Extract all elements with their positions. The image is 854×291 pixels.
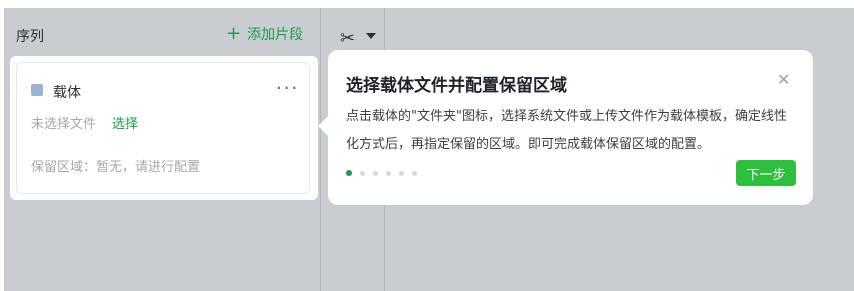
scissors-icon[interactable]: ✂ bbox=[340, 28, 355, 49]
retain-region-text: 保留区域：暂无，请进行配置 bbox=[31, 160, 201, 175]
next-step-button[interactable]: 下一步 bbox=[736, 160, 796, 186]
step-dot bbox=[360, 170, 365, 176]
step-dot bbox=[399, 170, 404, 176]
top-strip bbox=[0, 0, 854, 8]
no-file-text: 未选择文件 bbox=[31, 117, 97, 132]
add-segment-button[interactable]: + 添加片段 bbox=[226, 24, 303, 44]
chevron-down-icon[interactable] bbox=[366, 33, 376, 39]
more-icon[interactable]: ··· bbox=[276, 78, 299, 99]
close-icon[interactable]: ✕ bbox=[777, 70, 790, 89]
step-indicator bbox=[346, 170, 417, 176]
step-dot bbox=[386, 170, 391, 176]
panel-divider bbox=[320, 8, 321, 291]
select-file-link[interactable]: 选择 bbox=[112, 113, 138, 132]
plus-icon: + bbox=[226, 23, 242, 44]
tooltip-body: 点击载体的"文件夹"图标，选择系统文件或上传文件作为载体模板，确定线性化方式后，… bbox=[346, 109, 787, 152]
carrier-title: 载体 bbox=[53, 85, 81, 101]
step-dot bbox=[412, 170, 417, 176]
sequence-panel-title: 序列 bbox=[16, 29, 44, 45]
carrier-color-swatch bbox=[31, 84, 43, 96]
step-dot bbox=[373, 170, 378, 176]
step-dot bbox=[346, 170, 352, 176]
add-segment-label: 添加片段 bbox=[247, 27, 304, 43]
tooltip-title: 选择载体文件并配置保留区域 bbox=[346, 76, 567, 96]
